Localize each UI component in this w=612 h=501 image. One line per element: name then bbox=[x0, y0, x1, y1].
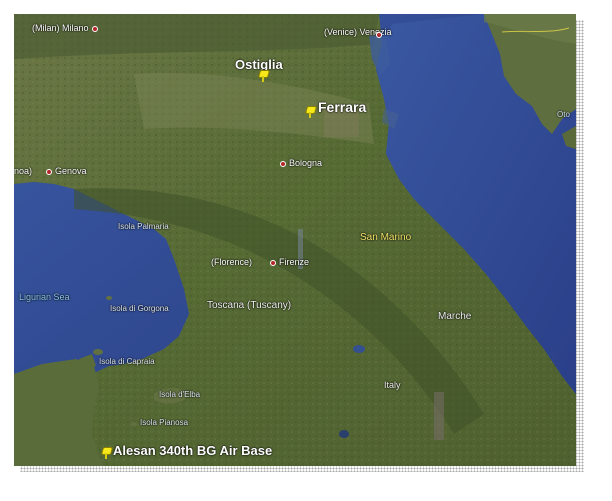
lake bbox=[353, 345, 365, 353]
satellite-terrain bbox=[14, 14, 576, 466]
corsica bbox=[14, 359, 104, 466]
label-isola-capraia: Isola di Capraia bbox=[99, 357, 155, 366]
map-view[interactable]: (Milan) Milano (Venice) Venezia Ostiglia… bbox=[14, 14, 576, 466]
label-isola-pianosa: Isola Pianosa bbox=[140, 418, 189, 427]
label-san-marino[interactable]: San Marino bbox=[360, 233, 411, 243]
label-isola-palmaria: Isola Palmaria bbox=[118, 222, 169, 231]
gorgona-island bbox=[106, 296, 112, 300]
label-genova-prefix: noa) bbox=[14, 166, 33, 176]
label-oto: Oto bbox=[557, 110, 570, 119]
placemark-ostiglia-label[interactable]: Ostiglia bbox=[235, 58, 283, 72]
city-dot-icon bbox=[376, 32, 382, 38]
label-isola-elba: Isola d'Elba bbox=[159, 390, 201, 399]
label-bologna[interactable]: Bologna bbox=[280, 158, 322, 168]
label-milan[interactable]: (Milan) Milano bbox=[32, 23, 98, 33]
label-ligurian-sea: Ligurian Sea bbox=[19, 292, 70, 302]
label-italy: Italy bbox=[384, 380, 401, 390]
label-firenze[interactable]: Firenze bbox=[270, 257, 309, 267]
capraia-island bbox=[93, 349, 103, 355]
label-isola-gorgona: Isola di Gorgona bbox=[110, 304, 169, 313]
placemark-alesan-label[interactable]: Alesan 340th BG Air Base bbox=[113, 444, 272, 458]
label-toscana[interactable]: Toscana (Tuscany) bbox=[207, 301, 291, 311]
pianosa-island bbox=[131, 422, 137, 426]
label-florence: (Florence) bbox=[211, 257, 253, 267]
terrain-strip bbox=[434, 392, 444, 440]
label-genova[interactable]: Genova bbox=[46, 166, 87, 176]
lake bbox=[339, 430, 349, 438]
placemark-ferrara-label[interactable]: Ferrara bbox=[318, 100, 366, 114]
label-marche[interactable]: Marche bbox=[438, 312, 471, 322]
